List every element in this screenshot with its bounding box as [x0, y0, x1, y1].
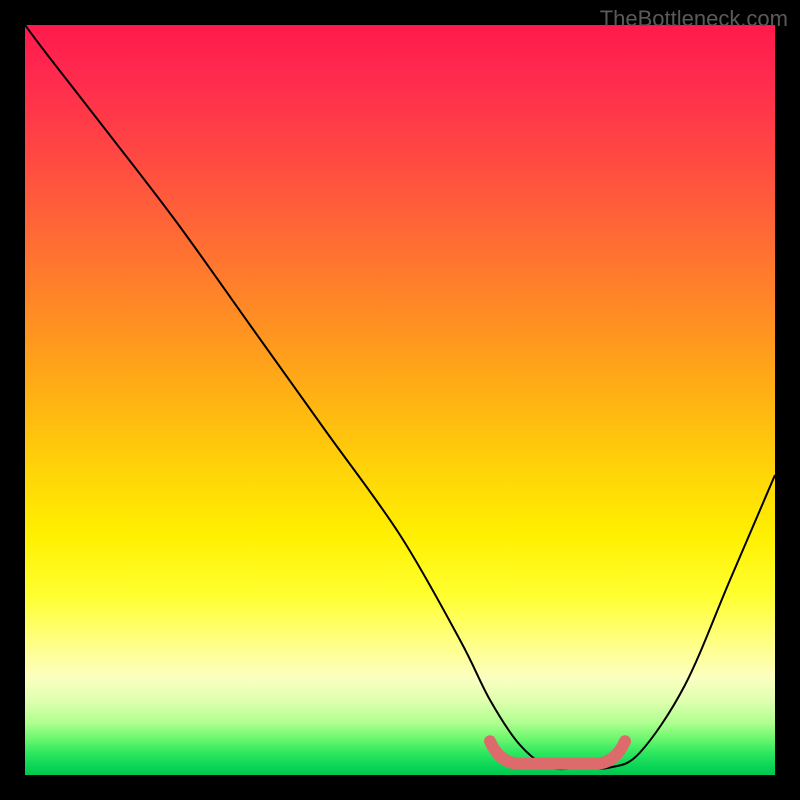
watermark-text: TheBottleneck.com — [600, 6, 788, 32]
optimal-zone-marker — [490, 741, 625, 764]
bottleneck-curve — [25, 25, 775, 769]
chart-svg — [25, 25, 775, 775]
chart-frame — [25, 25, 775, 775]
